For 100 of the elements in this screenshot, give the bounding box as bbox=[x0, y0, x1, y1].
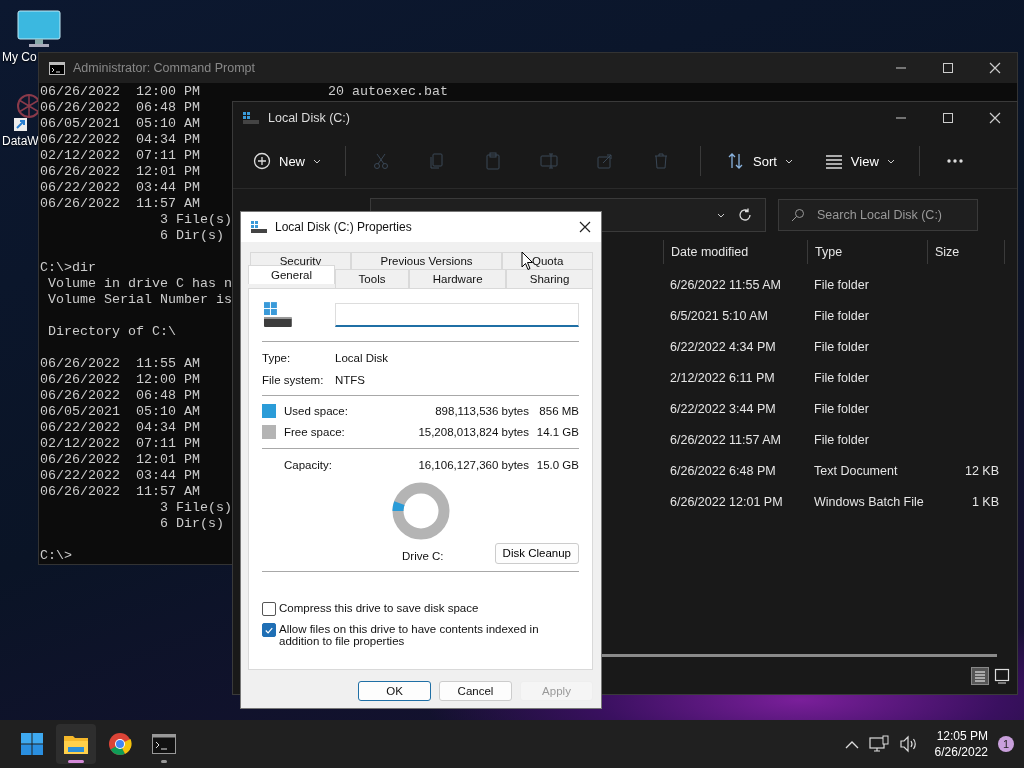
caret-icon bbox=[784, 158, 793, 164]
field-label: Free space: bbox=[284, 425, 346, 438]
checkbox[interactable] bbox=[262, 623, 276, 637]
console-line: Volume Serial Number is bbox=[47, 292, 232, 308]
caret-icon bbox=[313, 158, 321, 164]
console-line: 06/26/2022 12:00 PM 20 autoexec.bat bbox=[40, 84, 448, 100]
usage-donut bbox=[392, 482, 449, 540]
field-value: NTFS bbox=[335, 374, 366, 386]
checkbox-label[interactable]: Allow files on this drive to have contents indexed in addition to file properties bbox=[279, 623, 579, 647]
table-cell-text: 6/26/2022 12:01 PM bbox=[669, 494, 784, 509]
caret-icon bbox=[886, 158, 895, 164]
column-header[interactable]: Date modified bbox=[663, 240, 807, 264]
sort-button[interactable]: Sort bbox=[719, 144, 801, 178]
clock-date[interactable]: 6/26/2022 bbox=[934, 744, 988, 760]
console-line: 06/26/2022 06:48 PM bbox=[40, 100, 200, 116]
speaker-icon[interactable] bbox=[898, 735, 919, 753]
console-line: 06/05/2021 05:10 AM bbox=[40, 116, 200, 132]
field-value: 16,106,127,360 bytes bbox=[417, 458, 529, 471]
console-line: C:\> bbox=[40, 548, 72, 564]
tab[interactable]: Quota bbox=[502, 252, 593, 269]
folder-icon bbox=[63, 733, 89, 755]
drive-icon bbox=[250, 220, 268, 234]
caret-icon[interactable] bbox=[717, 212, 725, 218]
table-cell-text: File folder bbox=[813, 339, 870, 354]
field-value: 15,208,013,824 bytes bbox=[417, 425, 529, 438]
field-value: 898,113,536 bytes bbox=[434, 404, 529, 417]
checkbox-label[interactable]: Compress this drive to save disk space bbox=[279, 602, 479, 614]
field-value: 14.1 GB bbox=[535, 425, 579, 438]
table-cell-text: 6/22/2022 3:44 PM bbox=[669, 401, 777, 416]
tab[interactable]: General bbox=[248, 265, 335, 284]
view-button[interactable]: View bbox=[816, 144, 903, 178]
console-line: 06/22/2022 03:44 PM bbox=[40, 180, 200, 196]
desktop-icon-label[interactable]: DataW bbox=[2, 134, 39, 148]
thumbnail-view-icon[interactable] bbox=[993, 667, 1011, 685]
running-indicator bbox=[68, 760, 84, 763]
console-line: 06/22/2022 03:44 PM bbox=[40, 468, 200, 484]
close-icon[interactable] bbox=[579, 221, 591, 233]
table-cell-text: 6/26/2022 6:48 PM bbox=[669, 463, 777, 478]
clock-time[interactable]: 12:05 PM bbox=[936, 728, 988, 744]
tab[interactable]: Previous Versions bbox=[350, 252, 503, 269]
table-cell-text: Text Document bbox=[813, 463, 899, 478]
cancel-button[interactable]: Cancel bbox=[439, 681, 512, 701]
search-field[interactable]: Search Local Disk (C:) bbox=[778, 199, 978, 231]
refresh-icon bbox=[738, 208, 752, 222]
tab[interactable]: Hardware bbox=[409, 269, 507, 288]
table-cell-text: 6/5/2021 5:10 AM bbox=[669, 308, 769, 323]
browser-icon bbox=[108, 732, 132, 756]
console-line: 06/26/2022 12:01 PM bbox=[40, 452, 200, 468]
running-indicator bbox=[161, 760, 167, 763]
name-field[interactable] bbox=[334, 303, 579, 327]
monitor-icon[interactable] bbox=[17, 10, 61, 48]
console-line: 3 File(s) bbox=[158, 500, 232, 516]
maximize-icon[interactable] bbox=[942, 62, 954, 74]
table-cell-text: File folder bbox=[813, 432, 870, 447]
table-cell-text: 6/22/2022 4:34 PM bbox=[669, 339, 777, 354]
window-title: Administrator: Command Prompt bbox=[73, 61, 256, 75]
window-title: Local Disk (C:) bbox=[268, 111, 351, 125]
console-line: 06/26/2022 12:00 PM bbox=[40, 372, 200, 388]
disk-cleanup-button[interactable]: Disk Cleanup bbox=[494, 542, 579, 564]
console-line: 06/26/2022 11:57 AM bbox=[40, 196, 200, 212]
ok-button[interactable]: OK bbox=[358, 681, 431, 701]
network-icon[interactable] bbox=[868, 735, 889, 753]
new-button[interactable]: New bbox=[245, 144, 329, 178]
table-cell-text: File folder bbox=[813, 401, 870, 416]
desktop-icon-label[interactable]: My Co bbox=[2, 50, 37, 64]
console-line: Volume in drive C has n bbox=[47, 276, 232, 292]
console-line: C:\>dir bbox=[40, 260, 96, 276]
table-cell-text: 6/26/2022 11:57 AM bbox=[669, 432, 782, 447]
checkbox[interactable] bbox=[262, 602, 276, 616]
column-header[interactable]: Type bbox=[807, 240, 927, 264]
field-label: Used space: bbox=[284, 404, 349, 417]
table-cell-text: 1 KB bbox=[970, 494, 1000, 509]
console-line: 06/22/2022 04:34 PM bbox=[40, 420, 200, 436]
tab[interactable]: Tools bbox=[335, 269, 410, 288]
taskbar-app[interactable] bbox=[56, 724, 96, 764]
scrollbar[interactable] bbox=[601, 654, 997, 657]
field-label: Capacity: bbox=[284, 458, 333, 471]
tab[interactable]: Sharing bbox=[506, 269, 593, 288]
console-line: 6 Dir(s) bbox=[158, 228, 224, 244]
chevron-up-icon[interactable] bbox=[844, 739, 859, 749]
table-cell-text: 2/12/2022 6:11 PM bbox=[669, 370, 776, 385]
table-cell-text: File folder bbox=[813, 370, 870, 385]
drive-icon bbox=[263, 301, 293, 329]
notification-badge[interactable]: 1 bbox=[998, 736, 1014, 752]
table-cell-text: 12 KB bbox=[963, 463, 1000, 478]
console-line: 06/26/2022 06:48 PM bbox=[40, 388, 200, 404]
console-line: 06/26/2022 12:01 PM bbox=[40, 164, 200, 180]
console-line: 3 File(s) bbox=[158, 212, 232, 228]
drive-label: Drive C: bbox=[402, 550, 445, 562]
field-value: 15.0 GB bbox=[535, 458, 579, 471]
terminal-icon bbox=[49, 61, 65, 75]
table-cell-text: 6/26/2022 11:55 AM bbox=[669, 277, 782, 292]
table-cell-text: Windows Batch File bbox=[813, 494, 925, 509]
console-line: 06/26/2022 11:55 AM bbox=[40, 356, 200, 372]
column-header[interactable]: Size bbox=[927, 240, 1005, 264]
maximize-icon[interactable] bbox=[942, 112, 954, 124]
properties-dialog[interactable] bbox=[240, 211, 602, 709]
table-cell-text: File folder bbox=[813, 277, 870, 292]
drive-icon bbox=[242, 111, 260, 125]
pointer-icon bbox=[521, 251, 534, 271]
